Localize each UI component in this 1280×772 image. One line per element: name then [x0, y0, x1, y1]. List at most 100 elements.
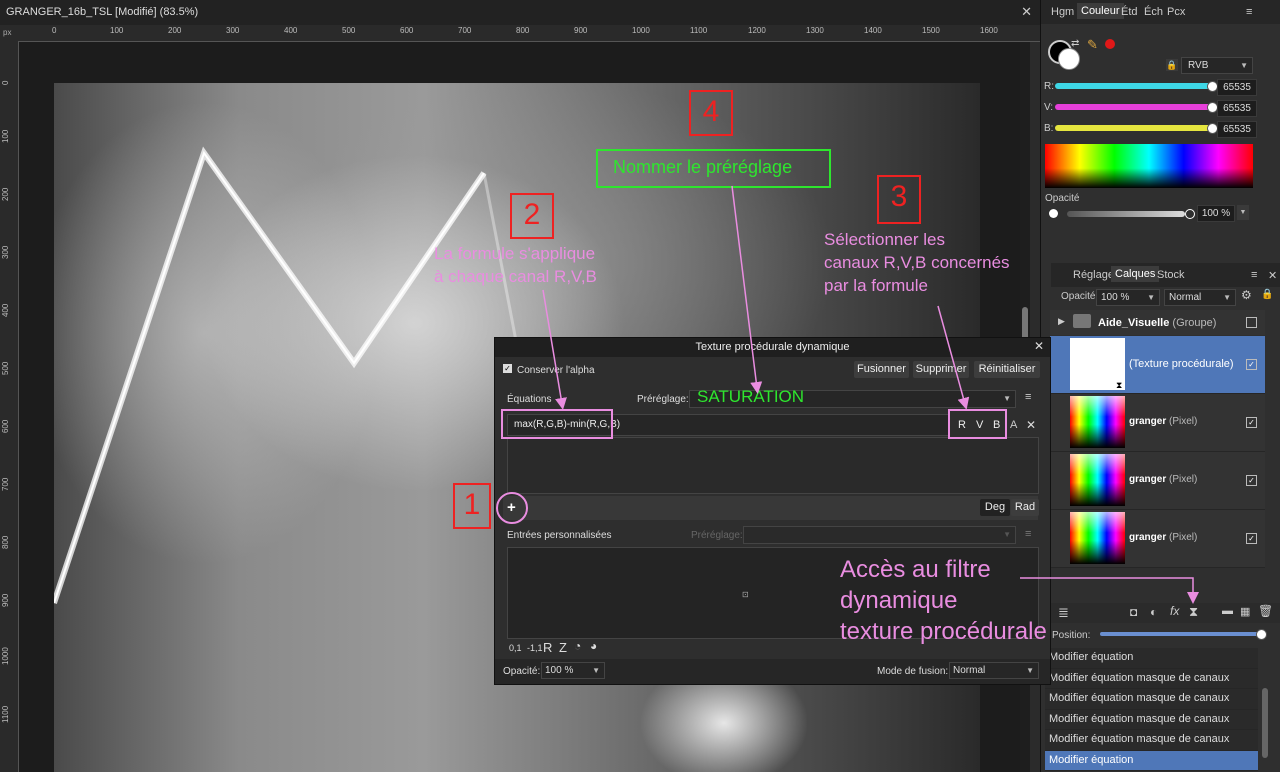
tab-histogram[interactable]: Hgm	[1051, 6, 1074, 18]
reset-button[interactable]: Réinitialiser	[974, 361, 1040, 378]
add-integer-button[interactable]: Z	[559, 640, 567, 655]
history-item-selected[interactable]: Modifier équation	[1045, 750, 1258, 771]
ruler-left-tick: 100	[1, 129, 10, 143]
b-value-field[interactable]: 65535	[1217, 121, 1257, 138]
ruler-top-tick: 900	[574, 26, 588, 35]
b-label: B:	[1044, 123, 1054, 134]
history-slider-knob[interactable]	[1256, 629, 1267, 640]
dialog-opacity-field[interactable]: 100 % ▼	[541, 662, 605, 679]
color-model-select[interactable]: RVB ▼	[1181, 57, 1253, 74]
layers-panel-menu-icon[interactable]: ≡	[1251, 269, 1257, 281]
preserve-alpha-checkbox[interactable]: ✓	[503, 364, 512, 373]
equations-list	[507, 437, 1039, 494]
opacity-dropdown-icon[interactable]: ▼	[1237, 205, 1249, 220]
close-document-icon[interactable]: ✕	[1021, 4, 1032, 20]
channel-a-toggle[interactable]: A	[1010, 419, 1017, 431]
preset-menu-icon[interactable]: ≡	[1025, 391, 1031, 403]
adjustment-icon[interactable]: ◐	[1150, 605, 1157, 619]
document-tab[interactable]: GRANGER_16b_TSL [Modifié] (83.5%) ✕	[0, 0, 1040, 26]
r-slider[interactable]	[1055, 83, 1213, 89]
tab-stock[interactable]: Stock	[1157, 269, 1185, 281]
layer-visibility-checkbox[interactable]: ✓	[1246, 475, 1257, 486]
b-slider[interactable]	[1055, 125, 1213, 131]
layer-visibility-checkbox[interactable]: ✓	[1246, 359, 1257, 370]
add-range-01-button[interactable]: 0,1	[509, 643, 522, 653]
remove-equation-icon[interactable]: ✕	[1026, 418, 1036, 432]
layer-visibility-checkbox[interactable]	[1246, 317, 1257, 328]
layer-kind: (Groupe)	[1172, 317, 1217, 329]
tab-color[interactable]: Couleur	[1077, 3, 1124, 19]
opacity-knob[interactable]	[1185, 209, 1195, 219]
annotation-number-3: 3	[877, 175, 921, 224]
color-spectrum[interactable]	[1045, 144, 1253, 188]
layer-visibility-checkbox[interactable]: ✓	[1246, 533, 1257, 544]
annotation-channels-hint-1: Sélectionner les	[824, 230, 945, 249]
add-gradient-icon[interactable]: ◕	[590, 639, 597, 653]
history-scrollbar[interactable]	[1262, 688, 1268, 758]
custom-inputs-label: Entrées personnalisées	[507, 530, 612, 541]
swap-colors-icon[interactable]: ⇄	[1071, 38, 1079, 49]
history-item[interactable]: Modifier équation masque de canaux	[1045, 709, 1258, 730]
layer-name: granger	[1129, 532, 1167, 543]
tab-scale[interactable]: Éch	[1144, 6, 1163, 18]
layers-panel-close-icon[interactable]: ✕	[1268, 269, 1277, 282]
lock-icon[interactable]: 🔒	[1166, 59, 1178, 71]
new-group-icon[interactable]: ▬	[1222, 605, 1233, 617]
tab-swatches[interactable]: Étd	[1121, 6, 1138, 18]
add-color-icon[interactable]: ◔	[574, 639, 581, 653]
layer-blend-select[interactable]: Normal ▼	[1164, 289, 1236, 306]
annotation-filter-hint-2: dynamique	[840, 587, 958, 614]
gear-icon[interactable]: ⚙	[1241, 288, 1252, 302]
layer-row-pixel-1[interactable]: granger (Pixel) ✓	[1050, 394, 1265, 452]
live-filter-icon[interactable]: ⧗	[1189, 604, 1198, 620]
layer-thumbnail	[1070, 454, 1125, 506]
lock-icon[interactable]: 🔒	[1261, 289, 1273, 300]
r-value-field[interactable]: 65535	[1217, 79, 1257, 96]
history-item[interactable]: Modifier équation masque de canaux	[1045, 668, 1258, 689]
tab-brushes[interactable]: Pcx	[1167, 6, 1185, 18]
v-slider[interactable]	[1055, 104, 1213, 110]
chevron-down-icon: ▼	[1003, 530, 1011, 539]
fx-icon[interactable]: fx	[1170, 604, 1179, 618]
ruler-unit: px	[3, 28, 12, 37]
layer-row-pixel-3[interactable]: granger (Pixel) ✓	[1050, 510, 1265, 568]
merge-button[interactable]: Fusionner	[854, 361, 909, 378]
history-position-slider[interactable]	[1100, 632, 1260, 636]
add-real-button[interactable]: R	[543, 640, 552, 655]
color-opacity-field[interactable]: 100 %	[1197, 205, 1235, 222]
preset-name-value: SATURATION	[697, 387, 805, 406]
trash-icon[interactable]: 🗑	[1258, 604, 1273, 618]
secondary-color-well[interactable]	[1058, 48, 1080, 70]
history-item[interactable]: Modifier équation masque de canaux	[1045, 689, 1258, 710]
layer-row-pixel-2[interactable]: granger (Pixel) ✓	[1050, 452, 1265, 510]
layer-row-group[interactable]: ▶ Aide_Visuelle (Groupe)	[1050, 310, 1265, 335]
dialog-blend-select[interactable]: Normal ▼	[949, 662, 1039, 679]
layer-visibility-checkbox[interactable]: ✓	[1246, 417, 1257, 428]
history-item[interactable]: Modifier équation	[1045, 648, 1258, 669]
picked-color-swatch[interactable]	[1105, 39, 1115, 49]
custom-preset-menu-icon[interactable]: ≡	[1025, 528, 1031, 540]
tab-layers[interactable]: Calques	[1111, 266, 1160, 282]
close-icon[interactable]: ✕	[1034, 339, 1044, 353]
radians-toggle[interactable]: Rad	[1011, 499, 1039, 516]
eyedropper-icon[interactable]: ✎	[1087, 37, 1098, 53]
ruler-top-tick: 800	[516, 26, 530, 35]
layer-row-procedural[interactable]: ⧗ (Texture procédurale) ✓	[1050, 336, 1265, 394]
layer-name: granger	[1129, 474, 1167, 485]
layers-stack-icon[interactable]: ≣	[1058, 605, 1069, 621]
new-pixel-layer-icon[interactable]: ▦	[1240, 605, 1250, 618]
v-value-field[interactable]: 65535	[1217, 100, 1257, 117]
annotation-add-circle	[496, 492, 528, 524]
layers-panel-tabs: Réglage Calques Stock ≡ ✕	[1051, 263, 1280, 287]
mask-icon[interactable]: ◘	[1130, 605, 1137, 619]
layer-opacity-field[interactable]: 100 % ▼	[1096, 289, 1160, 306]
delete-button[interactable]: Supprimer	[913, 361, 969, 378]
history-item[interactable]: Modifier équation masque de canaux	[1045, 730, 1258, 751]
degrees-toggle[interactable]: Deg	[980, 499, 1010, 516]
add-range-11-button[interactable]: -1,1	[527, 643, 543, 653]
panel-menu-icon[interactable]: ≡	[1246, 6, 1252, 18]
expand-arrow-icon[interactable]: ▶	[1058, 316, 1065, 327]
custom-preset-select[interactable]: ▼	[743, 526, 1016, 544]
tab-adjustments[interactable]: Réglage	[1073, 269, 1114, 281]
opacity-slider[interactable]	[1067, 211, 1185, 217]
